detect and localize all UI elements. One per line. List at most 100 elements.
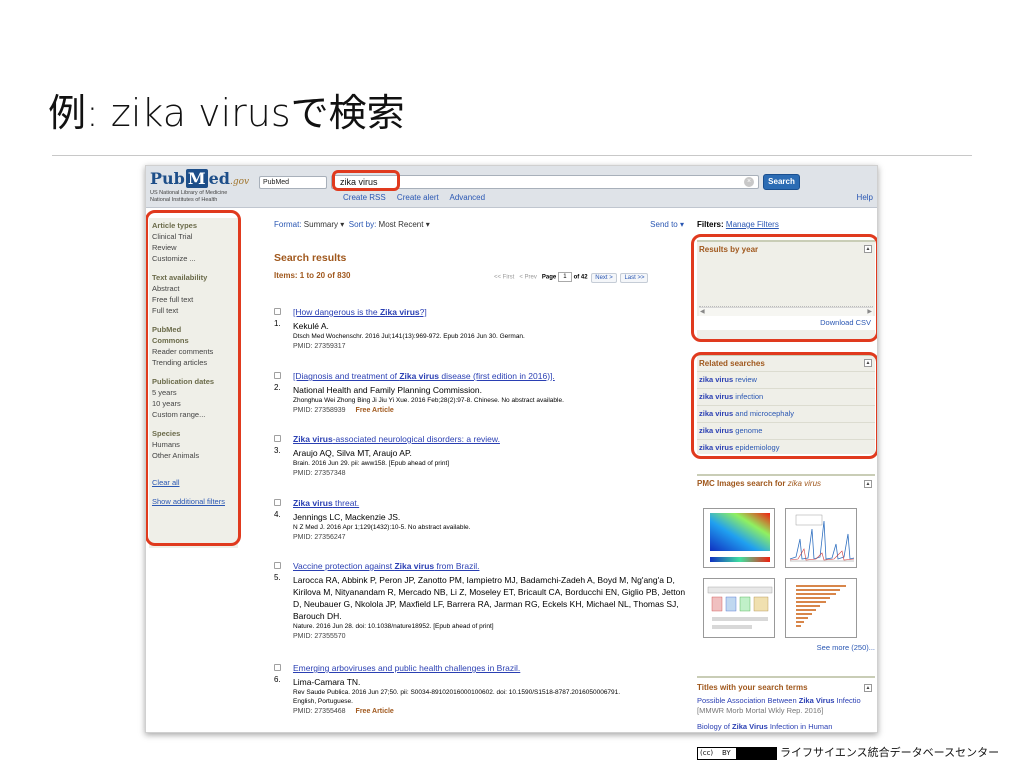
related-search-link[interactable]: zika virus review [697,371,875,388]
create-rss-link[interactable]: Create RSS [343,193,386,202]
format-value[interactable]: Summary [304,220,338,229]
result-citation: Brain. 2016 Jun 29. pii: aww158. [Epub a… [293,460,450,467]
prev-page-link[interactable]: < Prev [519,275,537,281]
related-suffix: and microcephaly [733,409,795,418]
display-settings-bar: Format: Summary ▾ Sort by: Most Recent ▾… [274,220,684,229]
collapse-icon[interactable]: ▲ [864,684,872,692]
result-authors: Larocca RA, Abbink P, Peron JP, Zanotto … [293,575,686,621]
filter-item[interactable]: Abstract [152,283,235,294]
pubmed-logo[interactable]: Pub Med.gov [150,169,249,188]
result-checkbox[interactable] [274,372,281,379]
manage-filters-link[interactable]: Manage Filters [726,220,779,229]
library-line-2: National Institutes of Health [150,196,218,203]
clear-all-link[interactable]: Clear all [152,477,235,488]
filter-item[interactable]: Clinical Trial [152,231,235,242]
database-select[interactable]: PubMed [259,176,327,189]
related-suffix: infection [733,392,764,401]
title-text: -associated neurological disorders: a re… [332,434,500,444]
filter-item[interactable]: Review [152,242,235,253]
filter-item[interactable]: 10 years [152,398,235,409]
pmid-text: PMID: 27356247 [293,534,346,541]
advanced-link[interactable]: Advanced [450,193,486,202]
help-link[interactable]: Help [857,193,873,202]
result-checkbox[interactable] [274,664,281,671]
send-to-menu[interactable]: Send to ▾ [650,220,684,229]
last-page-button[interactable]: Last >> [620,272,649,283]
related-search-link[interactable]: zika virus and microcephaly [697,405,875,422]
create-alert-link[interactable]: Create alert [397,193,439,202]
sort-label[interactable]: Sort by: [349,220,377,229]
filter-item[interactable]: Customize ... [152,253,235,264]
filter-heading: Text availability [152,273,208,282]
title-link[interactable]: Possible Association Between Zika Virus … [697,696,875,716]
result-title-link[interactable]: Vaccine protection against Zika virus fr… [293,561,694,572]
search-button[interactable]: Search [763,174,800,190]
library-line-1: US National Library of Medicine [150,190,228,196]
result-citation: Nature. 2016 Jun 28. doi: 10.1038/nature… [293,623,494,630]
result-pmid: PMID: 27355570 [293,631,694,642]
result-title-link[interactable]: [How dangerous is the Zika virus?] [293,307,694,318]
filter-item[interactable]: Other Animals [152,450,235,461]
download-csv-link[interactable]: Download CSV [697,316,875,330]
scroll-right-icon[interactable]: ▶ [867,308,872,315]
related-search-link[interactable]: zika virus infection [697,388,875,405]
free-article-badge[interactable]: Free Article [356,407,394,414]
related-searches-heading[interactable]: Related searches [697,356,875,371]
filter-heading: Species [152,429,181,438]
collapse-icon[interactable]: ▲ [864,480,872,488]
pmc-images-heading[interactable]: PMC Images search for zika virus ▲ [697,474,875,488]
titles-with-search-terms-heading[interactable]: Titles with your search terms ▲ [697,676,875,692]
free-article-badge[interactable]: Free Article [356,708,394,715]
chevron-down-icon[interactable]: ▾ [340,220,344,229]
pmid-text: PMID: 27355570 [293,633,346,640]
format-label[interactable]: Format: [274,220,302,229]
search-input[interactable]: zika virus × [331,175,759,189]
result-title-link[interactable]: Zika virus-associated neurological disor… [293,434,694,445]
result-checkbox[interactable] [274,435,281,442]
page-number-input[interactable]: 1 [557,272,572,282]
collapse-icon[interactable]: ▲ [864,359,872,367]
result-title-link[interactable]: Zika virus threat. [293,498,694,509]
title-part: Infectio [834,696,861,705]
pmid-text: PMID: 27355468 [293,708,346,715]
scroll-left-icon[interactable]: ◀ [700,308,705,315]
filter-item[interactable]: Humans [152,439,235,450]
chevron-down-icon: ▾ [679,220,684,229]
title-text: [Diagnosis and treatment of [293,371,400,381]
next-page-button[interactable]: Next > [591,272,617,283]
result-checkbox[interactable] [274,562,281,569]
chevron-down-icon[interactable]: ▾ [426,220,430,229]
title-link[interactable]: Biology of Zika Virus Infection in Human [697,722,875,732]
sort-value[interactable]: Most Recent [379,220,424,229]
show-additional-filters-link[interactable]: Show additional filters [152,496,235,507]
search-query-text: zika virus [340,177,378,187]
pmc-thumbnail[interactable] [703,578,775,638]
filter-item[interactable]: Trending articles [152,357,235,368]
result-title-link[interactable]: Emerging arboviruses and public health c… [293,663,694,674]
year-histogram[interactable] [699,259,873,307]
clear-icon[interactable]: × [744,177,754,187]
filter-item[interactable]: Custom range... [152,409,235,420]
result-checkbox[interactable] [274,499,281,506]
related-term: zika virus [699,409,734,418]
filter-item[interactable]: Full text [152,305,235,316]
filter-item[interactable]: Free full text [152,294,235,305]
filter-item[interactable]: 5 years [152,387,235,398]
title-part: Biology of [697,722,733,731]
filter-heading: PubMed Commons [152,325,189,345]
year-scrollbar[interactable]: ◀ ▶ [699,307,873,316]
result-checkbox[interactable] [274,308,281,315]
pmc-thumbnail[interactable] [703,508,775,568]
pmc-thumbnail[interactable] [785,508,857,568]
related-term: zika virus [699,392,734,401]
first-page-link[interactable]: << First [494,275,514,281]
related-search-link[interactable]: zika virus genome [697,422,875,439]
related-search-link[interactable]: zika virus epidemiology [697,439,875,456]
results-by-year-heading[interactable]: Results by year [697,242,875,257]
filter-item[interactable]: Reader comments [152,346,235,357]
see-more-link[interactable]: See more (250)... [817,643,875,652]
pmc-thumbnail[interactable] [785,578,857,638]
result-title-link[interactable]: [Diagnosis and treatment of Zika virus d… [293,371,694,382]
result-item: 4. Zika virus threat. Jennings LC, Macke… [274,498,694,543]
collapse-icon[interactable]: ▲ [864,245,872,253]
